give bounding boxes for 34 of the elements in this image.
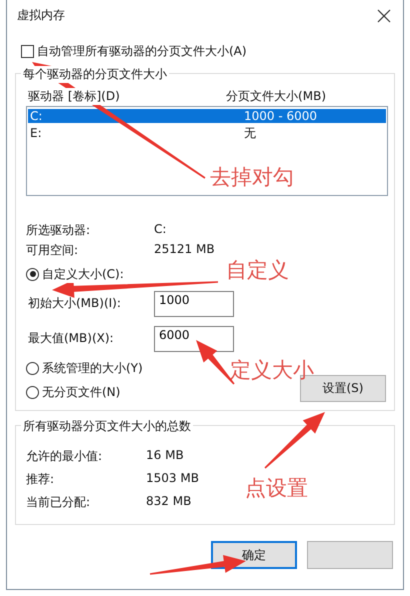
- annotation-text: 自定义: [226, 257, 289, 284]
- total-label: 允许的最小值:: [26, 448, 104, 465]
- radio-label: 系统管理的大小(Y): [42, 360, 143, 376]
- group-title: 所有驱动器分页文件大小的总数: [21, 418, 193, 435]
- total-value: 16 MB: [146, 448, 184, 464]
- annotation-arrow: [264, 412, 325, 469]
- close-icon[interactable]: [377, 8, 391, 22]
- field-label: 初始大小(MB)(I):: [27, 295, 122, 312]
- radio-button[interactable]: [26, 362, 39, 374]
- annotation-text: 去掉对勾: [210, 164, 294, 191]
- info-label: 可用空间:: [26, 242, 80, 259]
- field-label: 最大值(MB)(X):: [27, 330, 115, 347]
- info-label: 所选驱动器:: [26, 222, 92, 239]
- input-field[interactable]: 1000: [154, 290, 234, 316]
- total-label: 推荐:: [26, 471, 56, 488]
- total-value: 1503 MB: [146, 471, 199, 487]
- info-value: C:: [154, 222, 166, 238]
- group-title: 每个驱动器的分页文件大小: [21, 66, 169, 83]
- drive-row[interactable]: C: 1000 - 6000: [28, 109, 386, 123]
- total-value: 832 MB: [146, 494, 192, 510]
- column-header: 分页文件大小(MB): [226, 88, 326, 104]
- checkbox-label: 自动管理所有驱动器的分页文件大小(A): [37, 42, 247, 60]
- radio-label: 自定义大小(C):: [42, 266, 124, 282]
- total-label: 当前已分配:: [26, 494, 92, 511]
- radio-label: 无分页文件(N): [42, 384, 120, 400]
- info-value: 25121 MB: [154, 242, 215, 258]
- radio-button[interactable]: [26, 268, 39, 280]
- radio-button[interactable]: [26, 386, 39, 398]
- checkbox[interactable]: [21, 44, 34, 58]
- column-header: 驱动器 [卷标](D): [26, 88, 120, 104]
- annotation-text: 点设置: [245, 475, 308, 502]
- drive-row[interactable]: E: 无: [28, 126, 386, 140]
- input-field[interactable]: 6000: [154, 326, 234, 352]
- window-title: 虚拟内存: [17, 7, 65, 24]
